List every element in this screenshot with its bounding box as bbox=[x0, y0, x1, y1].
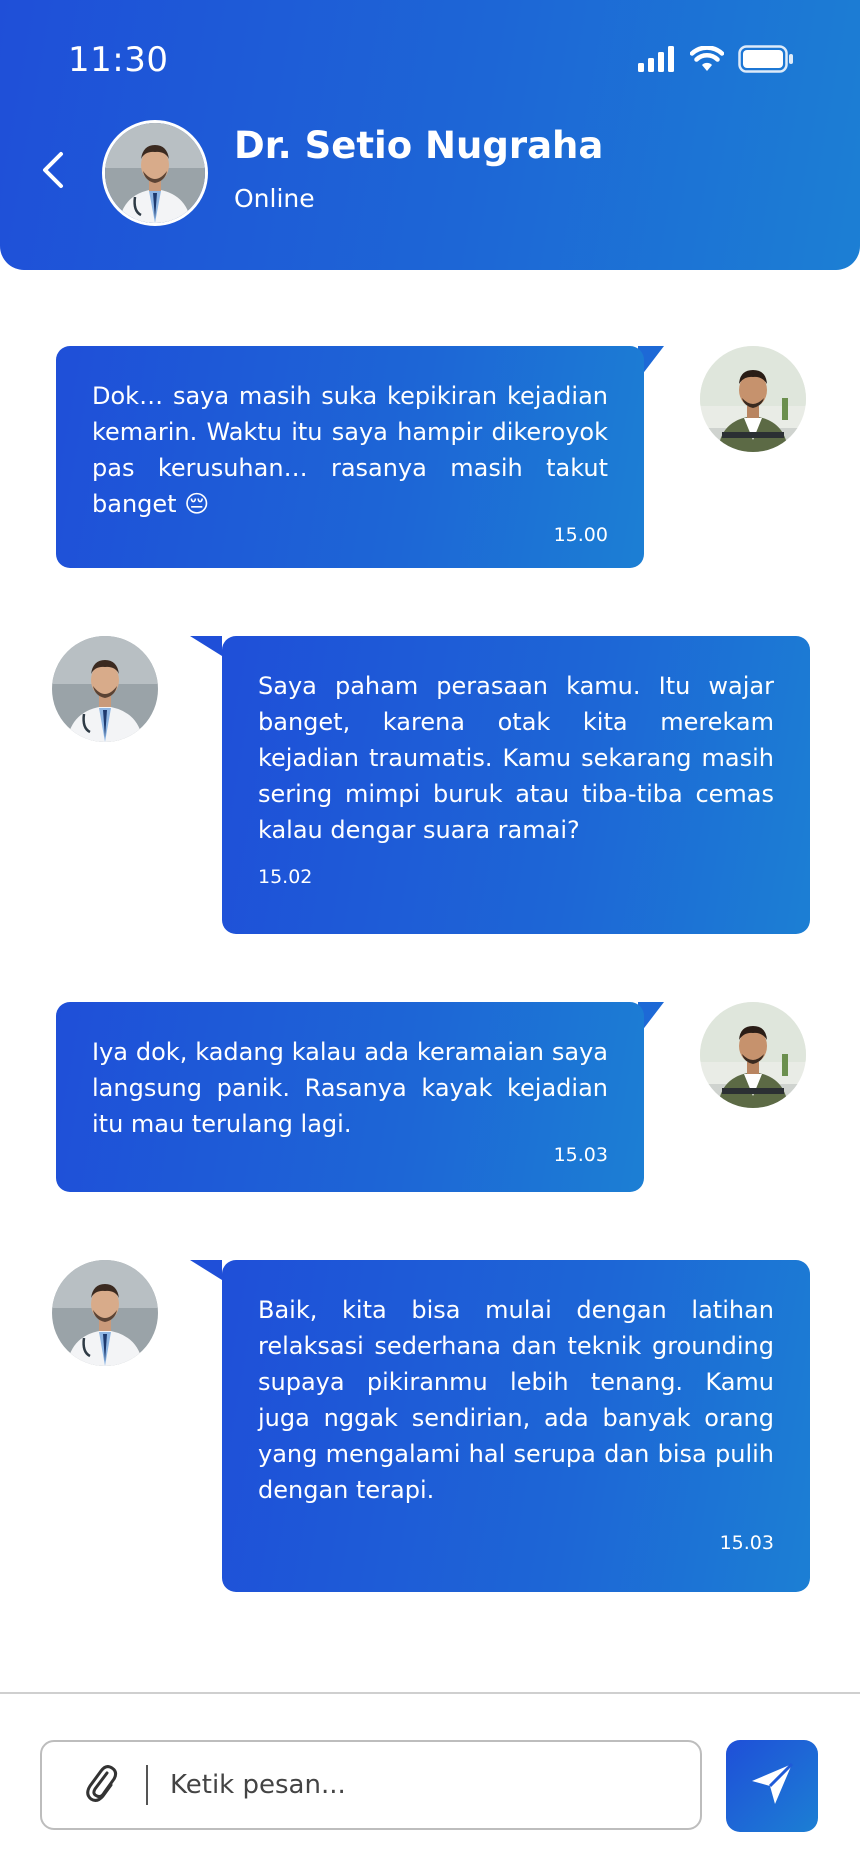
user-avatar[interactable] bbox=[700, 1002, 806, 1108]
message-text: Baik, kita bisa mulai dengan latihan rel… bbox=[258, 1296, 774, 1504]
status-icons bbox=[638, 45, 794, 77]
input-separator bbox=[146, 1765, 148, 1805]
composer-divider bbox=[0, 1692, 860, 1694]
message-input[interactable] bbox=[170, 1770, 650, 1800]
message-time: 15.02 bbox=[258, 866, 313, 888]
message-time: 15.03 bbox=[553, 1144, 608, 1166]
chat-screen: 11:30 Dr. Setio Nugraha Online Dok… saya… bbox=[0, 0, 860, 1864]
bubble-tail bbox=[190, 636, 222, 656]
send-button[interactable] bbox=[726, 1740, 818, 1832]
doctor-avatar[interactable] bbox=[52, 1260, 158, 1366]
message-bubble-user: Iya dok, kadang kalau ada keramaian saya… bbox=[56, 1002, 644, 1192]
message-bubble-doctor: Saya paham perasaan kamu. Itu wajar bang… bbox=[222, 636, 810, 934]
battery-icon bbox=[738, 45, 794, 77]
signal-icon bbox=[638, 46, 676, 76]
online-status: Online bbox=[234, 184, 315, 213]
user-avatar[interactable] bbox=[700, 346, 806, 452]
doctor-avatar[interactable] bbox=[52, 636, 158, 742]
wifi-icon bbox=[689, 45, 725, 76]
bubble-tail bbox=[190, 1260, 222, 1280]
paperclip-icon bbox=[84, 1762, 118, 1808]
attach-button[interactable] bbox=[78, 1762, 124, 1808]
message-text: Iya dok, kadang kalau ada keramaian saya… bbox=[92, 1038, 608, 1138]
message-text: Dok… saya masih suka kepikiran kejadian … bbox=[92, 382, 608, 518]
message-text: Saya paham perasaan kamu. Itu wajar bang… bbox=[258, 672, 774, 844]
back-button[interactable] bbox=[30, 148, 74, 196]
message-bubble-user: Dok… saya masih suka kepikiran kejadian … bbox=[56, 346, 644, 568]
status-time: 11:30 bbox=[68, 40, 169, 80]
chat-header: 11:30 Dr. Setio Nugraha Online bbox=[0, 0, 860, 270]
doctor-avatar[interactable] bbox=[102, 120, 208, 226]
message-bubble-doctor: Baik, kita bisa mulai dengan latihan rel… bbox=[222, 1260, 810, 1592]
message-time: 15.03 bbox=[719, 1532, 774, 1554]
message-time: 15.00 bbox=[553, 524, 608, 546]
send-icon bbox=[748, 1760, 796, 1812]
message-composer bbox=[40, 1740, 702, 1830]
chevron-left-icon bbox=[39, 150, 65, 194]
doctor-name: Dr. Setio Nugraha bbox=[234, 124, 604, 167]
